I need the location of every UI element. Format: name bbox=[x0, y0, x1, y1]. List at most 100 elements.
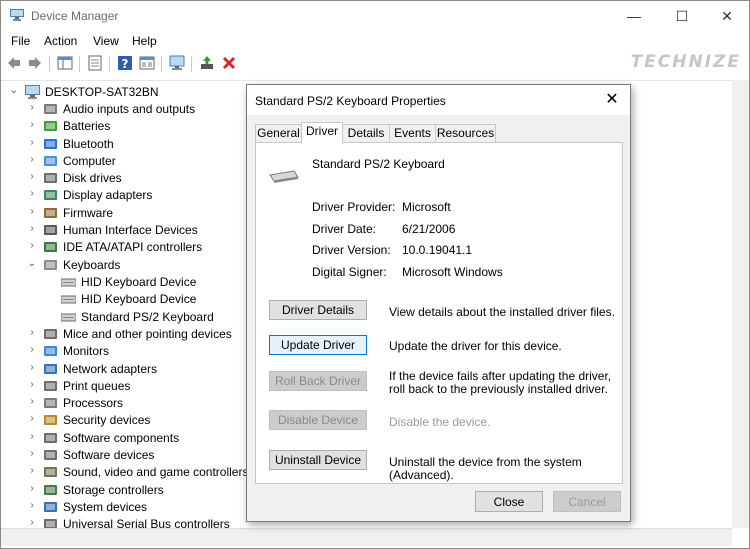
driver-date-label: Driver Date: bbox=[312, 222, 377, 236]
expand-arrow-icon[interactable]: › bbox=[27, 396, 37, 407]
show-hide-console-tree-icon[interactable] bbox=[57, 55, 73, 71]
expand-arrow-icon[interactable]: › bbox=[27, 465, 37, 476]
back-arrow-icon[interactable] bbox=[6, 55, 22, 71]
driver-provider-label: Driver Provider: bbox=[312, 200, 396, 214]
close-icon: ✕ bbox=[721, 7, 733, 24]
sound-controller-icon bbox=[44, 467, 57, 477]
expand-arrow-icon[interactable]: › bbox=[27, 500, 37, 511]
driver-details-button[interactable]: Driver Details bbox=[269, 300, 367, 320]
tree-category-label: Security devices bbox=[63, 413, 151, 427]
dialog-title: Standard PS/2 Keyboard Properties bbox=[255, 94, 446, 108]
keyboard-icon bbox=[44, 260, 57, 270]
uninstall-device-icon[interactable] bbox=[221, 55, 237, 71]
disable-device-button: Disable Device bbox=[269, 410, 367, 430]
tab-resources[interactable]: Resources bbox=[435, 124, 496, 143]
expand-arrow-icon[interactable]: › bbox=[27, 188, 37, 199]
tree-category-label: Computer bbox=[63, 154, 116, 168]
tree-category-label: Software components bbox=[63, 431, 180, 445]
digital-signer-label: Digital Signer: bbox=[312, 265, 387, 279]
collapse-arrow-icon[interactable]: ⌄ bbox=[9, 85, 19, 96]
toolbar-separator bbox=[49, 56, 50, 72]
tree-category-label: Firmware bbox=[63, 206, 113, 220]
expand-arrow-icon[interactable]: › bbox=[27, 448, 37, 459]
expand-arrow-icon[interactable]: › bbox=[27, 431, 37, 442]
expand-arrow-icon[interactable]: › bbox=[27, 137, 37, 148]
toolbar-separator bbox=[161, 56, 162, 72]
expand-arrow-icon[interactable]: › bbox=[27, 223, 37, 234]
maximize-button[interactable]: ☐ bbox=[659, 1, 705, 31]
expand-arrow-icon[interactable]: › bbox=[27, 240, 37, 251]
update-driver-button[interactable]: Update Driver bbox=[269, 335, 367, 355]
minimize-icon: — bbox=[627, 8, 641, 24]
expand-arrow-icon[interactable]: › bbox=[27, 413, 37, 424]
menu-bar: File Action View Help bbox=[1, 31, 749, 51]
keyboard-icon bbox=[61, 313, 76, 322]
tree-category-label: Batteries bbox=[63, 119, 111, 133]
device-name: Standard PS/2 Keyboard bbox=[312, 157, 445, 171]
properties-dialog: Standard PS/2 Keyboard Properties ✕ Gene… bbox=[246, 84, 631, 522]
tree-category-label: Display adapters bbox=[63, 188, 153, 202]
menu-file[interactable]: File bbox=[11, 34, 30, 48]
horizontal-scrollbar[interactable] bbox=[1, 528, 732, 546]
vertical-scrollbar[interactable] bbox=[732, 80, 749, 528]
close-button[interactable]: Close bbox=[475, 491, 543, 512]
driver-date-value: 6/21/2006 bbox=[402, 222, 456, 236]
hid-icon bbox=[44, 225, 57, 235]
maximize-icon: ☐ bbox=[675, 7, 689, 24]
title-bar: Device Manager — ☐ ✕ bbox=[1, 1, 749, 31]
uninstall-device-description: Uninstall the device from the system (Ad… bbox=[389, 455, 582, 482]
roll-back-driver-button: Roll Back Driver bbox=[269, 371, 367, 391]
expand-arrow-icon[interactable]: › bbox=[27, 483, 37, 494]
tree-category-label: IDE ATA/ATAPI controllers bbox=[63, 240, 203, 254]
tree-device-label: HID Keyboard Device bbox=[81, 292, 197, 306]
digital-signer-value: Microsoft Windows bbox=[402, 265, 503, 279]
tab-details[interactable]: Details bbox=[342, 124, 390, 143]
driver-details-description: View details about the installed driver … bbox=[389, 305, 615, 319]
expand-arrow-icon[interactable]: › bbox=[27, 344, 37, 355]
tab-driver[interactable]: Driver bbox=[301, 122, 343, 144]
driver-provider-value: Microsoft bbox=[402, 200, 451, 214]
uninstall-device-button[interactable]: Uninstall Device bbox=[269, 450, 367, 470]
collapse-arrow-icon[interactable]: ⌄ bbox=[27, 258, 37, 269]
tree-category-label: Storage controllers bbox=[63, 483, 164, 497]
expand-arrow-icon[interactable]: › bbox=[27, 362, 37, 373]
expand-arrow-icon[interactable]: › bbox=[27, 206, 37, 217]
tree-category-label: Mice and other pointing devices bbox=[63, 327, 232, 341]
view-icon[interactable] bbox=[139, 55, 155, 71]
bluetooth-icon bbox=[44, 139, 57, 149]
device-manager-icon bbox=[10, 9, 24, 21]
tree-root-label: DESKTOP-SAT32BN bbox=[45, 85, 159, 99]
expand-arrow-icon[interactable]: › bbox=[27, 379, 37, 390]
close-window-button[interactable]: ✕ bbox=[704, 1, 749, 31]
expand-arrow-icon[interactable]: › bbox=[27, 327, 37, 338]
menu-view[interactable]: View bbox=[93, 34, 119, 48]
minimize-button[interactable]: — bbox=[611, 1, 657, 31]
software-device-icon bbox=[44, 450, 57, 460]
menu-action[interactable]: Action bbox=[44, 34, 77, 48]
tab-general[interactable]: General bbox=[255, 124, 302, 143]
expand-arrow-icon[interactable]: › bbox=[27, 171, 37, 182]
tree-category-label: Audio inputs and outputs bbox=[63, 102, 196, 116]
monitor-icon bbox=[44, 346, 57, 356]
expand-arrow-icon[interactable]: › bbox=[27, 154, 37, 165]
tree-category-label: Monitors bbox=[63, 344, 110, 358]
properties-icon[interactable] bbox=[87, 55, 103, 71]
security-device-icon bbox=[44, 415, 57, 425]
help-icon[interactable]: ? bbox=[117, 55, 133, 71]
keyboard-icon bbox=[61, 295, 76, 304]
tab-events[interactable]: Events bbox=[389, 124, 436, 143]
expand-arrow-icon[interactable]: › bbox=[27, 102, 37, 113]
keyboard-icon bbox=[61, 278, 76, 287]
dialog-close-button[interactable]: ✕ bbox=[602, 90, 622, 110]
computer-icon bbox=[25, 85, 40, 99]
scan-hardware-icon[interactable] bbox=[169, 55, 185, 71]
network-adapter-icon bbox=[44, 364, 57, 374]
toolbar-separator bbox=[79, 56, 80, 72]
processor-icon bbox=[44, 398, 57, 408]
update-driver-icon[interactable] bbox=[199, 55, 215, 71]
forward-arrow-icon[interactable] bbox=[27, 55, 43, 71]
expand-arrow-icon[interactable]: › bbox=[27, 119, 37, 130]
expand-arrow-icon[interactable]: › bbox=[27, 517, 37, 528]
dialog-title-bar: Standard PS/2 Keyboard Properties ✕ bbox=[247, 85, 630, 115]
menu-help[interactable]: Help bbox=[132, 34, 157, 48]
